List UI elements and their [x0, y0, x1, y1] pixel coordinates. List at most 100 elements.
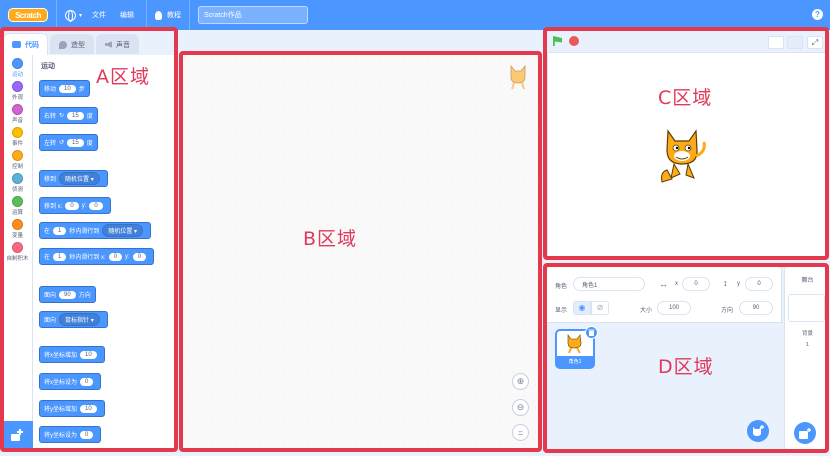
fullscreen-button[interactable]: ⤢	[807, 36, 823, 49]
category-motion[interactable]: 运动	[3, 55, 32, 78]
block-text: 将y坐标增加	[44, 407, 78, 413]
script-workspace[interactable]: ⊕ ⊖ =	[182, 54, 539, 449]
degrees-input[interactable]: 15	[67, 138, 84, 147]
size-input[interactable]: 100	[657, 301, 691, 315]
stage-selector-title: 舞台	[801, 278, 814, 284]
category-looks[interactable]: 外观	[3, 78, 32, 101]
value-input[interactable]: 0	[80, 377, 94, 386]
small-stage-button[interactable]	[768, 36, 784, 49]
category-sensing[interactable]: 侦测	[3, 170, 32, 193]
rotate-left-icon: ↺	[59, 140, 65, 146]
block-move-steps[interactable]: 移动 10 步	[39, 80, 90, 97]
category-events[interactable]: 事件	[3, 124, 32, 147]
menu-divider	[56, 0, 57, 30]
show-eye-button[interactable]: ◉	[573, 301, 591, 315]
category-sound[interactable]: 声音	[3, 101, 32, 124]
edit-menu[interactable]: 编辑	[120, 10, 134, 20]
tab-costumes[interactable]: 造型	[50, 34, 94, 54]
sprite-name-input[interactable]: 角色1	[573, 277, 645, 291]
block-text: 左转	[44, 141, 57, 147]
block-turn-left[interactable]: 左转 ↺ 15 度	[39, 134, 98, 151]
stop-icon[interactable]	[569, 36, 579, 46]
stage-selector[interactable]: 舞台 背景 1	[784, 266, 829, 450]
block-goto[interactable]: 移到 随机位置 ▾	[39, 170, 108, 187]
category-label: 外观	[11, 95, 23, 101]
towards-dropdown[interactable]: 鼠标指针 ▾	[59, 313, 100, 326]
control-dot-icon	[12, 150, 23, 161]
menu-divider	[146, 0, 148, 30]
glide-target-dropdown[interactable]: 随机位置 ▾	[102, 224, 144, 237]
add-backdrop-button[interactable]	[794, 422, 816, 444]
green-flag-icon[interactable]	[553, 36, 562, 46]
delete-sprite-icon[interactable]	[585, 326, 598, 339]
block-set-x[interactable]: 将x坐标设为 0	[39, 373, 102, 390]
sensing-dot-icon	[12, 173, 23, 184]
project-title-input[interactable]: Scratch作品	[198, 6, 309, 24]
seconds-input[interactable]: 1	[53, 226, 67, 235]
large-stage-button[interactable]	[787, 36, 803, 49]
zoom-out-button[interactable]: ⊖	[512, 399, 529, 416]
value-input[interactable]: 0	[80, 430, 94, 439]
language-menu[interactable]: ▾	[65, 9, 83, 22]
code-icon	[12, 41, 21, 48]
goto-target-dropdown[interactable]: 随机位置 ▾	[59, 172, 100, 185]
block-text: 秒内滑行到 x:	[69, 255, 106, 261]
add-sprite-button[interactable]	[747, 420, 769, 442]
zoom-in-button[interactable]: ⊕	[512, 373, 529, 390]
block-text: 步	[78, 87, 85, 93]
menu-divider	[189, 0, 191, 30]
block-point-towards[interactable]: 面向 鼠标指针 ▾	[39, 311, 108, 328]
block-glide-to[interactable]: 在 1 秒内滑行到 随机位置 ▾	[39, 222, 152, 239]
motion-dot-icon	[12, 58, 23, 69]
direction-input[interactable]: 90	[59, 290, 76, 299]
block-text: 将x坐标设为	[44, 380, 78, 386]
degrees-input[interactable]: 15	[67, 111, 84, 120]
chevron-down-icon: ▾	[79, 12, 83, 19]
category-menu: 运动 外观 声音 事件 控制 侦测 运算 变量 自制积木	[3, 55, 33, 449]
zoom-reset-button[interactable]: =	[512, 424, 529, 441]
block-text: 秒内滑行到	[69, 229, 100, 235]
x-input[interactable]: 0	[682, 277, 710, 291]
y-input[interactable]: 0	[89, 201, 103, 210]
dropdown-value: 随机位置	[108, 229, 133, 235]
block-text: 度	[86, 114, 93, 120]
block-set-y[interactable]: 将y坐标设为 0	[39, 426, 102, 443]
category-operators[interactable]: 运算	[3, 193, 32, 216]
scratch-logo[interactable]: Scratch	[8, 8, 48, 22]
block-glide-to-xy[interactable]: 在 1 秒内滑行到 x: 0 y: 0	[39, 248, 155, 265]
sprite-thumbnail[interactable]: 角色1	[555, 326, 598, 369]
seconds-input[interactable]: 1	[53, 252, 67, 261]
category-variables[interactable]: 变量	[3, 216, 32, 239]
x-input[interactable]: 0	[108, 252, 123, 261]
sprite-cat-thumbnail-icon	[567, 334, 582, 354]
file-menu[interactable]: 文件	[92, 10, 106, 20]
sprite-list: 角色1	[547, 323, 783, 450]
x-input[interactable]: 0	[65, 201, 79, 210]
y-arrows-icon: ↕	[723, 278, 728, 288]
backdrops-count: 1	[805, 342, 810, 348]
stage-thumbnail[interactable]	[788, 294, 825, 322]
block-goto-xy[interactable]: 移到 x: 0 y: 0	[39, 197, 111, 214]
y-input[interactable]: 0	[132, 252, 147, 261]
block-text: y:	[81, 202, 87, 209]
hide-eye-button[interactable]: ⊘	[591, 301, 609, 315]
block-change-y[interactable]: 将y坐标增加 10	[39, 400, 105, 417]
value-input[interactable]: 10	[80, 404, 97, 413]
tutorials-label: 教程	[167, 12, 182, 19]
add-extension-button[interactable]	[3, 421, 33, 449]
block-turn-right[interactable]: 右转 ↻ 15 度	[39, 107, 98, 124]
help-icon[interactable]: ?	[812, 9, 823, 20]
block-change-x[interactable]: 将x坐标增加 10	[39, 346, 105, 363]
steps-input[interactable]: 10	[59, 84, 76, 93]
y-input[interactable]: 0	[745, 277, 773, 291]
value-input[interactable]: 10	[80, 350, 97, 359]
block-point-direction[interactable]: 面向 90 方向	[39, 286, 96, 303]
editor-tabs: 代码 造型 声音	[3, 33, 141, 55]
tutorials-menu[interactable]: 教程	[155, 10, 181, 20]
category-control[interactable]: 控制	[3, 147, 32, 170]
tab-code[interactable]: 代码	[3, 33, 48, 55]
category-my-blocks[interactable]: 自制积木	[3, 239, 32, 262]
direction-input[interactable]: 90	[739, 301, 773, 315]
tab-sounds[interactable]: 声音	[96, 34, 139, 54]
category-label: 运算	[11, 210, 23, 216]
